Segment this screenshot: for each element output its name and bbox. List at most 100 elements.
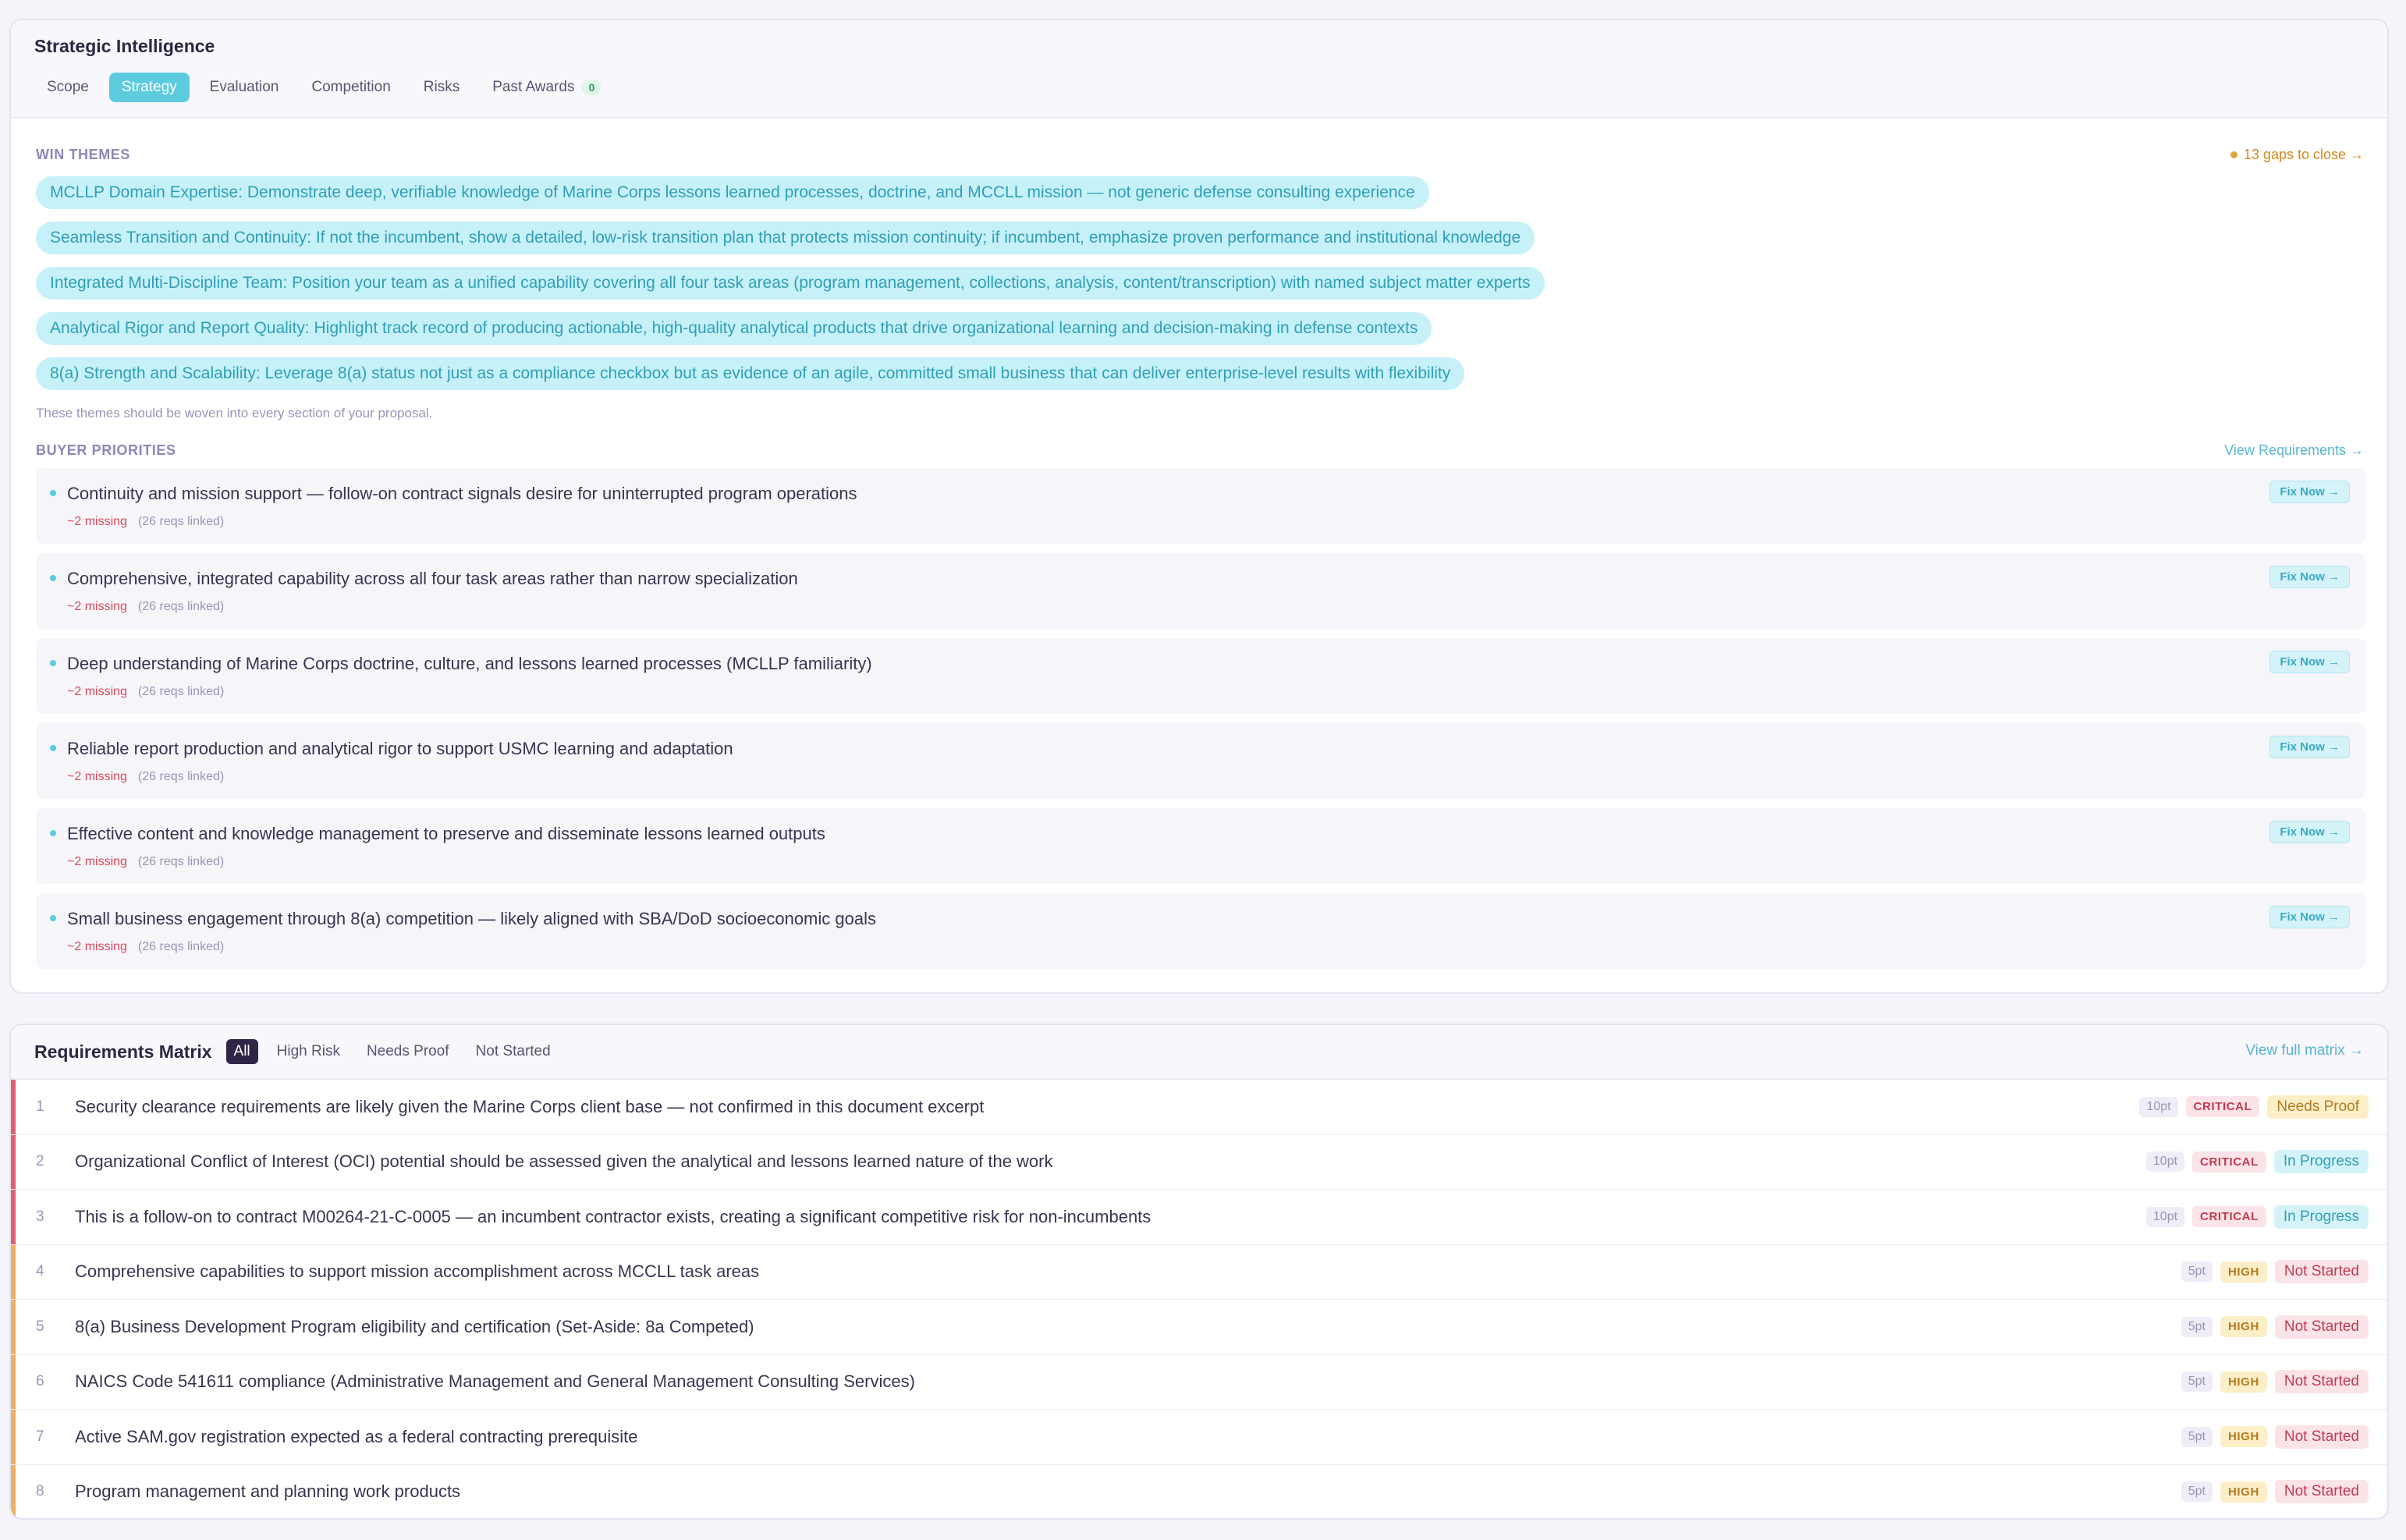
view-full-matrix-link[interactable]: View full matrix → — [2245, 1042, 2364, 1059]
requirement-row[interactable]: 4 Comprehensive capabilities to support m… — [11, 1244, 2387, 1300]
points-badge: 10pt — [2145, 1151, 2185, 1173]
priority-item: Reliable report production and analytica… — [36, 723, 2365, 799]
requirement-row[interactable]: 7 Active SAM.gov registration expected as… — [11, 1410, 2387, 1465]
gaps-to-close-link[interactable]: 13 gaps to close → — [2230, 147, 2364, 163]
fix-now-button[interactable]: Fix Now → — [2269, 566, 2350, 588]
priority-meta: ~2 missing (26 reqs linked) — [67, 685, 224, 699]
tab-strategy[interactable]: Strategy — [108, 73, 190, 102]
requirement-text: This is a follow-on to contract M00264-2… — [75, 1206, 1152, 1226]
points-badge: 5pt — [2181, 1316, 2213, 1337]
priority-meta: ~2 missing (26 reqs linked) — [67, 600, 224, 614]
requirement-text: Organizational Conflict of Interest (OCI… — [75, 1151, 1053, 1172]
win-theme-pill[interactable]: Seamless Transition and Continuity: If n… — [36, 222, 1535, 254]
fix-now-button[interactable]: Fix Now → — [2269, 821, 2350, 843]
requirement-text: Active SAM.gov registration expected as … — [75, 1426, 638, 1446]
status-badge[interactable]: Not Started — [2274, 1480, 2369, 1504]
fix-now-button[interactable]: Fix Now → — [2269, 736, 2350, 758]
severity-indicator-bar — [11, 1080, 16, 1134]
tab-label: Strategy — [121, 79, 177, 95]
linked-count: (26 reqs linked) — [137, 515, 225, 528]
bullet-dot-icon — [50, 830, 56, 836]
tab-scope[interactable]: Scope — [34, 73, 101, 102]
priority-text: Small business engagement through 8(a) c… — [67, 909, 876, 928]
win-theme-pill[interactable]: 8(a) Strength and Scalability: Leverage … — [36, 357, 1465, 390]
tab-label: Past Awards — [492, 79, 575, 95]
fix-now-button[interactable]: Fix Now → — [2269, 906, 2350, 928]
status-badge[interactable]: Not Started — [2274, 1315, 2369, 1339]
tab-risks[interactable]: Risks — [411, 73, 472, 102]
linked-count: (26 reqs linked) — [137, 855, 225, 868]
requirement-text: Program management and planning work pro… — [75, 1481, 461, 1502]
requirement-badges: 5pt HIGH Not Started — [2181, 1260, 2369, 1284]
severity-badge: HIGH — [2220, 1426, 2267, 1448]
filter-not-started[interactable]: Not Started — [468, 1039, 559, 1064]
priority-text: Effective content and knowledge manageme… — [67, 824, 825, 843]
points-badge: 5pt — [2181, 1481, 2213, 1503]
count-badge: 0 — [582, 80, 602, 95]
requirement-row[interactable]: 1 Security clearance requirements are lik… — [11, 1080, 2387, 1135]
requirement-badges: 10pt CRITICAL In Progress — [2145, 1205, 2369, 1229]
tab-label: Risks — [423, 79, 460, 95]
severity-indicator-bar — [11, 1354, 16, 1409]
status-badge[interactable]: In Progress — [2273, 1150, 2369, 1174]
tab-bar: Scope Strategy Evaluation Competition Ri… — [34, 73, 2364, 102]
filter-needs-proof[interactable]: Needs Proof — [359, 1039, 457, 1064]
buyer-priorities-label: BUYER PRIORITIES — [36, 442, 176, 458]
view-requirements-link[interactable]: View Requirements → — [2224, 442, 2364, 459]
severity-indicator-bar — [11, 1190, 16, 1244]
win-theme-pill[interactable]: MCLLP Domain Expertise: Demonstrate deep… — [36, 176, 1429, 209]
requirement-badges: 5pt HIGH Not Started — [2181, 1315, 2369, 1339]
priority-item: Small business engagement through 8(a) c… — [36, 893, 2365, 969]
requirements-list: 1 Security clearance requirements are lik… — [11, 1080, 2387, 1518]
tab-competition[interactable]: Competition — [299, 73, 403, 102]
status-badge[interactable]: Needs Proof — [2267, 1095, 2369, 1119]
requirement-number: 5 — [36, 1318, 44, 1335]
requirement-row[interactable]: 3 This is a follow-on to contract M00264-… — [11, 1190, 2387, 1245]
priority-item: Deep understanding of Marine Corps doctr… — [36, 638, 2365, 714]
priority-item: Continuity and mission support — follow-… — [36, 468, 2365, 544]
status-badge[interactable]: Not Started — [2274, 1425, 2369, 1449]
tab-label: Competition — [311, 79, 391, 95]
strategic-intelligence-panel: Strategic Intelligence Scope Strategy Ev… — [9, 19, 2389, 994]
requirement-row[interactable]: 8 Program management and planning work pr… — [11, 1464, 2387, 1518]
points-badge: 10pt — [2139, 1096, 2178, 1117]
requirement-text: Comprehensive capabilities to support mi… — [75, 1261, 760, 1282]
win-theme-pill[interactable]: Analytical Rigor and Report Quality: Hig… — [36, 312, 1432, 345]
buyer-priorities-list: Continuity and mission support — follow-… — [36, 468, 2365, 969]
bullet-dot-icon — [50, 915, 56, 921]
requirement-badges: 5pt HIGH Not Started — [2181, 1425, 2369, 1449]
requirement-number: 7 — [36, 1428, 44, 1445]
priority-text: Deep understanding of Marine Corps doctr… — [67, 654, 872, 673]
win-themes-list: MCLLP Domain Expertise: Demonstrate deep… — [36, 176, 1545, 390]
requirement-number: 1 — [36, 1098, 44, 1115]
requirement-row[interactable]: 2 Organizational Conflict of Interest (OC… — [11, 1134, 2387, 1190]
panel-title: Strategic Intelligence — [34, 36, 215, 56]
bullet-dot-icon — [50, 660, 56, 666]
requirement-number: 3 — [36, 1208, 44, 1225]
fix-now-button[interactable]: Fix Now → — [2269, 651, 2350, 673]
tab-past-awards[interactable]: Past Awards 0 — [480, 73, 613, 102]
missing-count: ~2 missing — [67, 515, 127, 528]
themes-note: These themes should be woven into every … — [36, 406, 433, 420]
tab-label: Scope — [47, 79, 89, 95]
filter-all[interactable]: All — [225, 1039, 258, 1064]
filter-high-risk[interactable]: High Risk — [269, 1039, 348, 1064]
priority-item: Comprehensive, integrated capability acr… — [36, 553, 2365, 629]
severity-indicator-bar — [11, 1134, 16, 1189]
status-badge[interactable]: In Progress — [2273, 1205, 2369, 1229]
missing-count: ~2 missing — [67, 855, 127, 868]
status-badge[interactable]: Not Started — [2274, 1260, 2369, 1284]
requirement-row[interactable]: 6 NAICS Code 541611 compliance (Administr… — [11, 1354, 2387, 1410]
win-theme-pill[interactable]: Integrated Multi-Discipline Team: Positi… — [36, 267, 1545, 300]
severity-badge: HIGH — [2220, 1316, 2267, 1338]
bullet-dot-icon — [50, 745, 56, 751]
fix-now-button[interactable]: Fix Now → — [2269, 481, 2350, 503]
linked-count: (26 reqs linked) — [137, 685, 225, 698]
status-badge[interactable]: Not Started — [2274, 1370, 2369, 1394]
priority-text: Reliable report production and analytica… — [67, 739, 733, 758]
linked-count: (26 reqs linked) — [137, 770, 225, 783]
requirement-row[interactable]: 5 8(a) Business Development Program eligi… — [11, 1300, 2387, 1355]
requirement-text: 8(a) Business Development Program eligib… — [75, 1316, 754, 1336]
tab-evaluation[interactable]: Evaluation — [197, 73, 292, 102]
severity-badge: CRITICAL — [2192, 1151, 2266, 1173]
